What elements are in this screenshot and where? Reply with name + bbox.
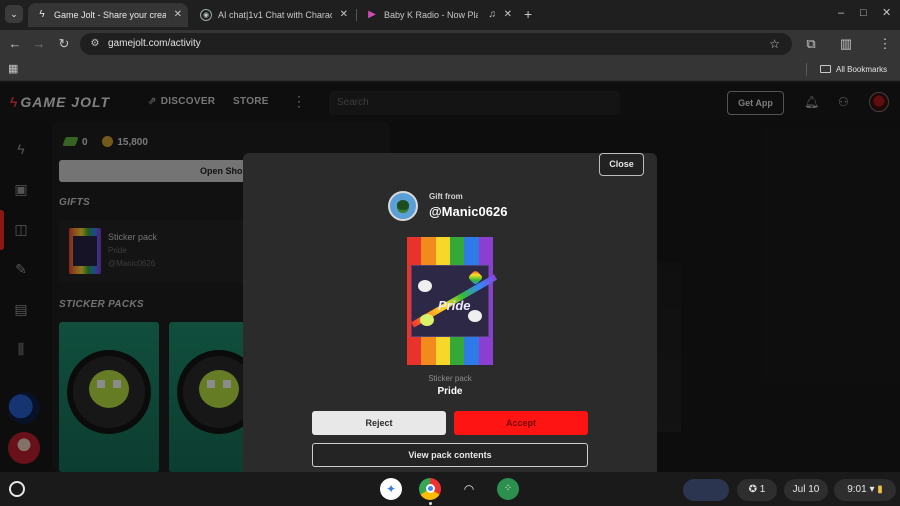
close-button[interactable]: Close xyxy=(599,153,644,176)
date-pill[interactable]: Jul 10 xyxy=(784,479,828,501)
url-text[interactable]: gamejolt.com/activity xyxy=(108,33,201,55)
speaker-icon[interactable]: ♫ xyxy=(489,3,497,27)
gift-from-label: Gift from xyxy=(429,192,463,201)
all-bookmarks-label: All Bookmarks xyxy=(836,65,888,74)
new-tab-button[interactable]: + xyxy=(524,6,532,22)
notification-icon: ✪ xyxy=(748,484,760,495)
battery-icon: ▮ xyxy=(874,484,883,495)
apps-store-icon[interactable]: ⁘ xyxy=(497,478,519,500)
tab-strip: ⌄ ϟ Game Jolt - Share your creations ✕ ◉… xyxy=(0,0,900,30)
wifi-icon: ▾ xyxy=(866,484,875,495)
radio-icon: ▶ xyxy=(368,9,376,20)
gifter-avatar[interactable] xyxy=(388,191,418,221)
sticker-icon xyxy=(468,310,482,322)
tab-separator xyxy=(356,9,357,21)
pack-type: Sticker pack xyxy=(428,374,472,383)
close-icon[interactable]: ✕ xyxy=(340,3,348,27)
notifications-pill[interactable]: ✪ 1 xyxy=(737,479,777,501)
reject-button[interactable]: Reject xyxy=(312,411,446,435)
reload-icon[interactable]: ↻ xyxy=(55,35,73,53)
sticker-icon xyxy=(420,314,434,326)
os-shelf: ✦ ◠ ⁘ ✪ 1 Jul 10 9:01 ▾ ▮ xyxy=(0,472,900,506)
time-pill[interactable]: 9:01 ▾ ▮ xyxy=(834,479,896,501)
gemini-icon[interactable]: ✦ xyxy=(380,478,402,500)
view-pack-contents-button[interactable]: View pack contents xyxy=(312,443,588,467)
site-info-icon[interactable]: ⚙ xyxy=(88,37,102,51)
maximize-icon[interactable]: □ xyxy=(860,6,867,20)
running-indicator xyxy=(429,502,432,505)
cast-icon[interactable]: ◠ xyxy=(458,478,480,500)
forward-arrow-icon[interactable]: → xyxy=(30,35,48,53)
bookmarks-bar: ▦ All Bookmarks xyxy=(0,58,900,81)
address-bar[interactable]: ⚙ gamejolt.com/activity ☆ xyxy=(80,33,792,55)
gifter-username[interactable]: @Manic0626 xyxy=(429,204,507,219)
tab-ai-chat[interactable]: ◉ AI chat|1v1 Chat with Characters ✕ xyxy=(192,3,354,27)
launcher-icon[interactable] xyxy=(9,481,25,497)
tab-title: Game Jolt - Share your creations xyxy=(54,10,166,20)
pack-name: Pride xyxy=(437,386,463,397)
folder-icon xyxy=(820,65,831,73)
gift-modal: Close Gift from @Manic0626 Pride Sticker… xyxy=(243,153,657,473)
close-icon[interactable]: ✕ xyxy=(174,3,182,27)
bookmark-star-icon[interactable]: ☆ xyxy=(769,36,780,52)
chrome-icon[interactable] xyxy=(419,478,441,500)
ai-chat-icon: ◉ xyxy=(200,9,212,21)
tab-title: Baby K Radio - Now Playing xyxy=(384,10,478,20)
gamejolt-bolt-icon: ϟ xyxy=(39,9,45,20)
sticker-pack-image: Pride xyxy=(407,237,498,365)
chrome-center xyxy=(425,484,435,493)
tab-gamejolt[interactable]: ϟ Game Jolt - Share your creations ✕ xyxy=(28,3,188,27)
all-bookmarks-button[interactable]: All Bookmarks xyxy=(820,58,887,81)
browser-toolbar: ← → ↻ ⚙ gamejolt.com/activity ☆ ⧉ ▥ ⋮ xyxy=(0,30,900,58)
media-thumbnail[interactable] xyxy=(683,479,729,501)
more-menu-icon[interactable]: ⋮ xyxy=(876,35,894,53)
apps-grid-icon[interactable]: ▦ xyxy=(8,62,18,76)
tab-baby-k-radio[interactable]: ▶ Baby K Radio - Now Playing ♫ ✕ xyxy=(358,3,518,27)
pack-word: Pride xyxy=(438,298,471,313)
back-arrow-icon[interactable]: ← xyxy=(6,35,24,53)
close-icon[interactable]: ✕ xyxy=(504,3,512,27)
tab-title: AI chat|1v1 Chat with Characters xyxy=(218,10,332,20)
screen: ⌄ ϟ Game Jolt - Share your creations ✕ ◉… xyxy=(0,0,900,506)
window-close-icon[interactable]: ✕ xyxy=(882,6,891,20)
time-label: 9:01 xyxy=(847,484,867,495)
tab-search-chevron-icon[interactable]: ⌄ xyxy=(5,5,23,23)
notification-count: 1 xyxy=(759,484,766,495)
extensions-puzzle-icon[interactable]: ⧉ xyxy=(802,35,820,53)
accept-button[interactable]: Accept xyxy=(454,411,588,435)
pack-card: Pride xyxy=(410,265,498,337)
bookmarks-separator xyxy=(806,63,807,76)
side-panel-icon[interactable]: ▥ xyxy=(837,35,855,53)
minimize-icon[interactable]: – xyxy=(838,6,844,20)
sticker-icon xyxy=(418,280,432,292)
